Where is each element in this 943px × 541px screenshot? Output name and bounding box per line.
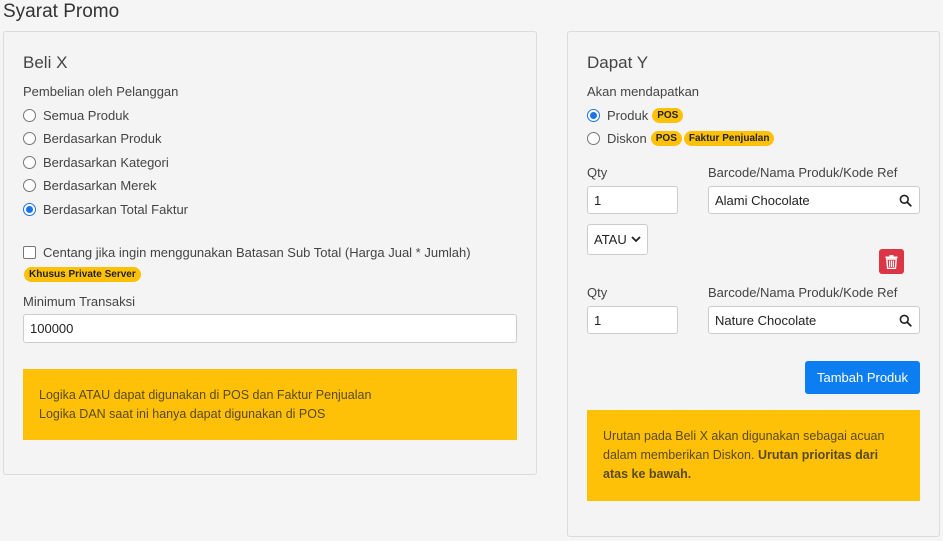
qty-input[interactable]: 1 xyxy=(587,306,678,334)
search-icon[interactable] xyxy=(899,194,912,207)
qty-input[interactable]: 1 xyxy=(587,186,678,214)
dapat-y-title: Dapat Y xyxy=(587,53,649,72)
radio-label: Semua Produk xyxy=(43,108,129,123)
radio-button[interactable] xyxy=(587,132,600,145)
radio-berdasarkan-kategori[interactable]: Berdasarkan Kategori xyxy=(23,155,169,170)
min-transaksi-label: Minimum Transaksi xyxy=(23,294,135,309)
faktur-badge: Faktur Penjualan xyxy=(683,131,775,146)
priority-info-alert: Urutan pada Beli X akan digunakan sebaga… xyxy=(587,410,920,501)
barcode-label: Barcode/Nama Produk/Kode Ref xyxy=(708,285,898,300)
product-value: Alami Chocolate xyxy=(715,192,810,208)
get-label: Akan mendapatkan xyxy=(587,84,700,99)
tambah-produk-button[interactable]: Tambah Produk xyxy=(805,361,920,394)
subtotal-checkbox-row[interactable]: Centang jika ingin menggunakan Batasan S… xyxy=(23,245,471,260)
trash-icon xyxy=(885,254,898,269)
alert-line-2: Logika DAN saat ini hanya dapat digunaka… xyxy=(39,407,326,421)
radio-button[interactable] xyxy=(23,132,36,145)
radio-button[interactable] xyxy=(23,179,36,192)
min-transaksi-input[interactable]: 100000 xyxy=(23,314,517,343)
logic-info-alert: Logika ATAU dapat digunakan di POS dan F… xyxy=(23,369,517,440)
checkbox-label: Centang jika ingin menggunakan Batasan S… xyxy=(43,245,471,260)
radio-label: Berdasarkan Kategori xyxy=(43,155,169,170)
radio-label: Berdasarkan Produk xyxy=(43,131,162,146)
min-transaksi-value: 100000 xyxy=(30,321,74,336)
chevron-down-icon xyxy=(631,236,641,243)
page-title: Syarat Promo xyxy=(3,1,120,22)
radio-berdasarkan-produk[interactable]: Berdasarkan Produk xyxy=(23,131,162,146)
subtotal-checkbox[interactable] xyxy=(23,246,36,259)
product-value: Nature Chocolate xyxy=(715,312,817,328)
dapat-y-card: Dapat Y Akan mendapatkan Produk POS Disk… xyxy=(567,31,940,537)
qty-value: 1 xyxy=(594,312,602,328)
radio-label: Diskon xyxy=(607,131,647,146)
qty-value: 1 xyxy=(594,192,602,208)
logic-select-value: ATAU xyxy=(594,232,627,247)
radio-button-checked[interactable] xyxy=(23,203,36,216)
radio-button-checked[interactable] xyxy=(587,109,600,122)
beli-x-title: Beli X xyxy=(23,53,68,72)
radio-produk[interactable]: Produk POS xyxy=(587,108,684,123)
radio-diskon[interactable]: Diskon POS Faktur Penjualan xyxy=(587,131,775,146)
product-search-input[interactable]: Nature Chocolate xyxy=(708,306,920,334)
radio-label: Berdasarkan Merek xyxy=(43,178,157,193)
radio-label: Berdasarkan Total Faktur xyxy=(43,202,188,217)
qty-label: Qty xyxy=(587,285,608,300)
pos-badge: POS xyxy=(650,131,682,146)
radio-button[interactable] xyxy=(23,109,36,122)
radio-berdasarkan-merek[interactable]: Berdasarkan Merek xyxy=(23,178,156,193)
logic-select[interactable]: ATAU xyxy=(587,224,648,255)
radio-button[interactable] xyxy=(23,156,36,169)
radio-semua-produk[interactable]: Semua Produk xyxy=(23,108,129,123)
alert-line-1: Logika ATAU dapat digunakan di POS dan F… xyxy=(39,388,372,402)
delete-item-button[interactable] xyxy=(879,249,904,274)
qty-label: Qty xyxy=(587,165,608,180)
private-server-badge: Khusus Private Server xyxy=(24,267,141,282)
search-icon[interactable] xyxy=(899,314,912,327)
radio-berdasarkan-total-faktur[interactable]: Berdasarkan Total Faktur xyxy=(23,202,188,217)
barcode-label: Barcode/Nama Produk/Kode Ref xyxy=(708,165,898,180)
product-search-input[interactable]: Alami Chocolate xyxy=(708,186,920,214)
purchase-label: Pembelian oleh Pelanggan xyxy=(23,84,179,99)
beli-x-card: Beli X Pembelian oleh Pelanggan Semua Pr… xyxy=(3,31,537,475)
pos-badge: POS xyxy=(652,108,684,123)
radio-label: Produk xyxy=(607,108,649,123)
